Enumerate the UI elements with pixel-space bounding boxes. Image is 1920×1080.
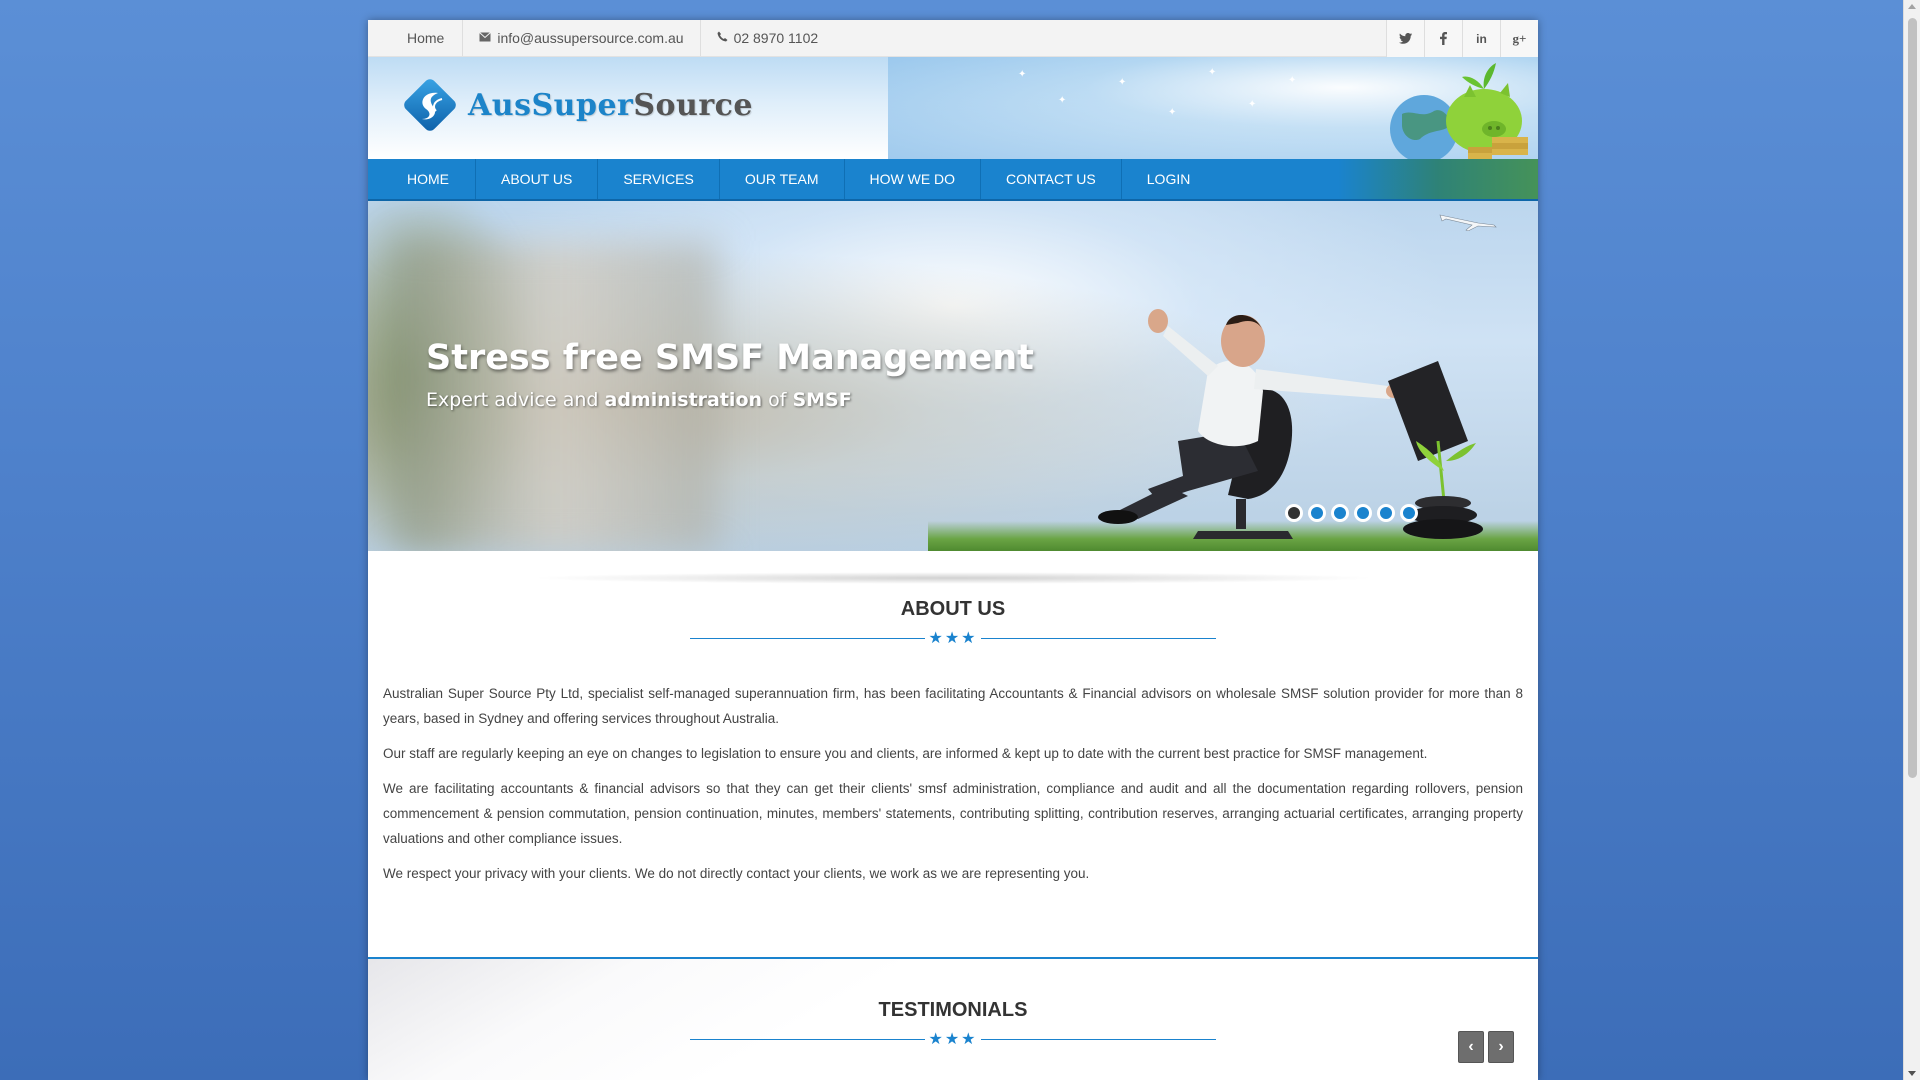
top-bar: Home info@aussupersource.com.au 02 8970 … <box>368 20 1538 57</box>
about-paragraph: Our staff are regularly keeping an eye o… <box>383 746 1428 761</box>
slider-dot-1[interactable] <box>1285 504 1303 522</box>
twitter-icon[interactable] <box>1386 20 1424 57</box>
site-header: ✦ ✦ ✦ ✦ ✦ ✦ ✦ AusSuperSource <box>368 57 1538 159</box>
sparkle-icon: ✦ <box>1248 99 1257 110</box>
sparkle-icon: ✦ <box>1018 69 1027 80</box>
scroll-up-arrow-icon[interactable] <box>1908 4 1916 9</box>
logo-text-aus: Aus <box>468 87 532 123</box>
testimonials-controls: ‹ › <box>1458 1031 1514 1063</box>
slider-dot-4[interactable] <box>1354 504 1372 522</box>
nav-how-we-do[interactable]: HOW WE DO <box>845 159 982 199</box>
facebook-icon[interactable] <box>1424 20 1462 57</box>
about-paragraph: We respect your privacy with your client… <box>383 866 1090 881</box>
sparkle-icon: ✦ <box>1118 77 1127 88</box>
hero-shadow <box>528 572 1378 584</box>
top-home-link[interactable]: Home <box>368 20 464 56</box>
nav-our-team[interactable]: OUR TEAM <box>720 159 845 199</box>
scroll-down-arrow-icon[interactable] <box>1908 1071 1916 1076</box>
nav-grass-decoration <box>1338 159 1538 199</box>
phone-text: 02 8970 1102 <box>733 30 819 46</box>
piggy-bank-illustration <box>1372 59 1532 159</box>
linkedin-icon[interactable]: in <box>1462 20 1500 57</box>
divider-line <box>690 638 925 639</box>
hero-slider: Stress free SMSF Management Expert advic… <box>368 201 1538 551</box>
phone-link[interactable]: 02 8970 1102 <box>701 20 835 56</box>
social-links: in g+ <box>1386 20 1538 57</box>
slider-pagination <box>1285 504 1418 522</box>
logo-text-super: Super <box>531 87 634 123</box>
testimonials-next-button[interactable]: › <box>1488 1031 1514 1063</box>
testimonials-divider: ★★★ <box>690 1031 1216 1048</box>
sparkle-icon: ✦ <box>1208 67 1217 78</box>
slider-dot-3[interactable] <box>1331 504 1349 522</box>
page-scrollbar[interactable] <box>1903 0 1920 1080</box>
hero-sub-bold: administration <box>604 389 763 411</box>
hero-sub-part: Expert advice and <box>426 389 605 411</box>
about-paragraph: Australian Super Source Pty Ltd, special… <box>383 686 1523 726</box>
chevron-left-icon: ‹ <box>1468 1038 1474 1055</box>
chevron-right-icon: › <box>1498 1038 1504 1055</box>
envelope-icon <box>479 31 492 45</box>
email-text: info@aussupersource.com.au <box>497 30 684 46</box>
hero-title: Stress free SMSF Management <box>426 338 1034 378</box>
about-body: Australian Super Source Pty Ltd, special… <box>383 681 1523 886</box>
star-icon: ★★★ <box>928 1031 978 1048</box>
logo-wordmark: AusSuperSource <box>468 88 753 123</box>
logo-text-source: Source <box>633 87 753 123</box>
about-section: ABOUT US ★★★ Australian Super Source Pty… <box>368 551 1538 886</box>
slider-dot-6[interactable] <box>1400 504 1418 522</box>
divider-line <box>690 1039 925 1040</box>
star-icon: ★★★ <box>928 630 978 647</box>
main-navigation: HOME ABOUT US SERVICES OUR TEAM HOW WE D… <box>368 159 1538 201</box>
slider-dot-2[interactable] <box>1308 504 1326 522</box>
hero-subtitle: Expert advice and administration of SMSF <box>426 389 852 411</box>
divider-line <box>981 1039 1216 1040</box>
page-container: Home info@aussupersource.com.au 02 8970 … <box>368 20 1538 1080</box>
hero-sub-part: of <box>762 389 793 411</box>
divider-line <box>981 638 1216 639</box>
nav-contact-us[interactable]: CONTACT US <box>981 159 1122 199</box>
site-logo[interactable]: AusSuperSource <box>400 75 753 135</box>
nav-login[interactable]: LOGIN <box>1122 159 1216 199</box>
slider-dot-5[interactable] <box>1377 504 1395 522</box>
hero-sub-bold: SMSF <box>792 389 852 411</box>
testimonials-prev-button[interactable]: ‹ <box>1458 1031 1484 1063</box>
about-paragraph: We are facilitating accountants & financ… <box>383 781 1523 846</box>
testimonials-title: TESTIMONIALS <box>878 999 1028 1021</box>
sparkle-icon: ✦ <box>1058 95 1067 106</box>
zen-stones-image <box>1398 431 1488 541</box>
nav-services[interactable]: SERVICES <box>598 159 720 199</box>
testimonials-section: TESTIMONIALS ★★★ ‹ › <box>368 957 1538 1080</box>
nav-about-us[interactable]: ABOUT US <box>476 159 599 199</box>
email-link[interactable]: info@aussupersource.com.au <box>463 20 701 56</box>
nav-home[interactable]: HOME <box>368 159 476 199</box>
phone-icon <box>717 31 728 45</box>
logo-diamond-icon <box>400 75 460 135</box>
sparkle-icon: ✦ <box>1288 75 1297 86</box>
about-divider: ★★★ <box>690 630 1216 647</box>
airplane-icon <box>1438 209 1498 232</box>
scrollbar-thumb[interactable] <box>1908 18 1917 778</box>
sparkle-icon: ✦ <box>1168 107 1177 118</box>
about-title: ABOUT US <box>900 598 1006 620</box>
googleplus-icon[interactable]: g+ <box>1500 20 1538 57</box>
